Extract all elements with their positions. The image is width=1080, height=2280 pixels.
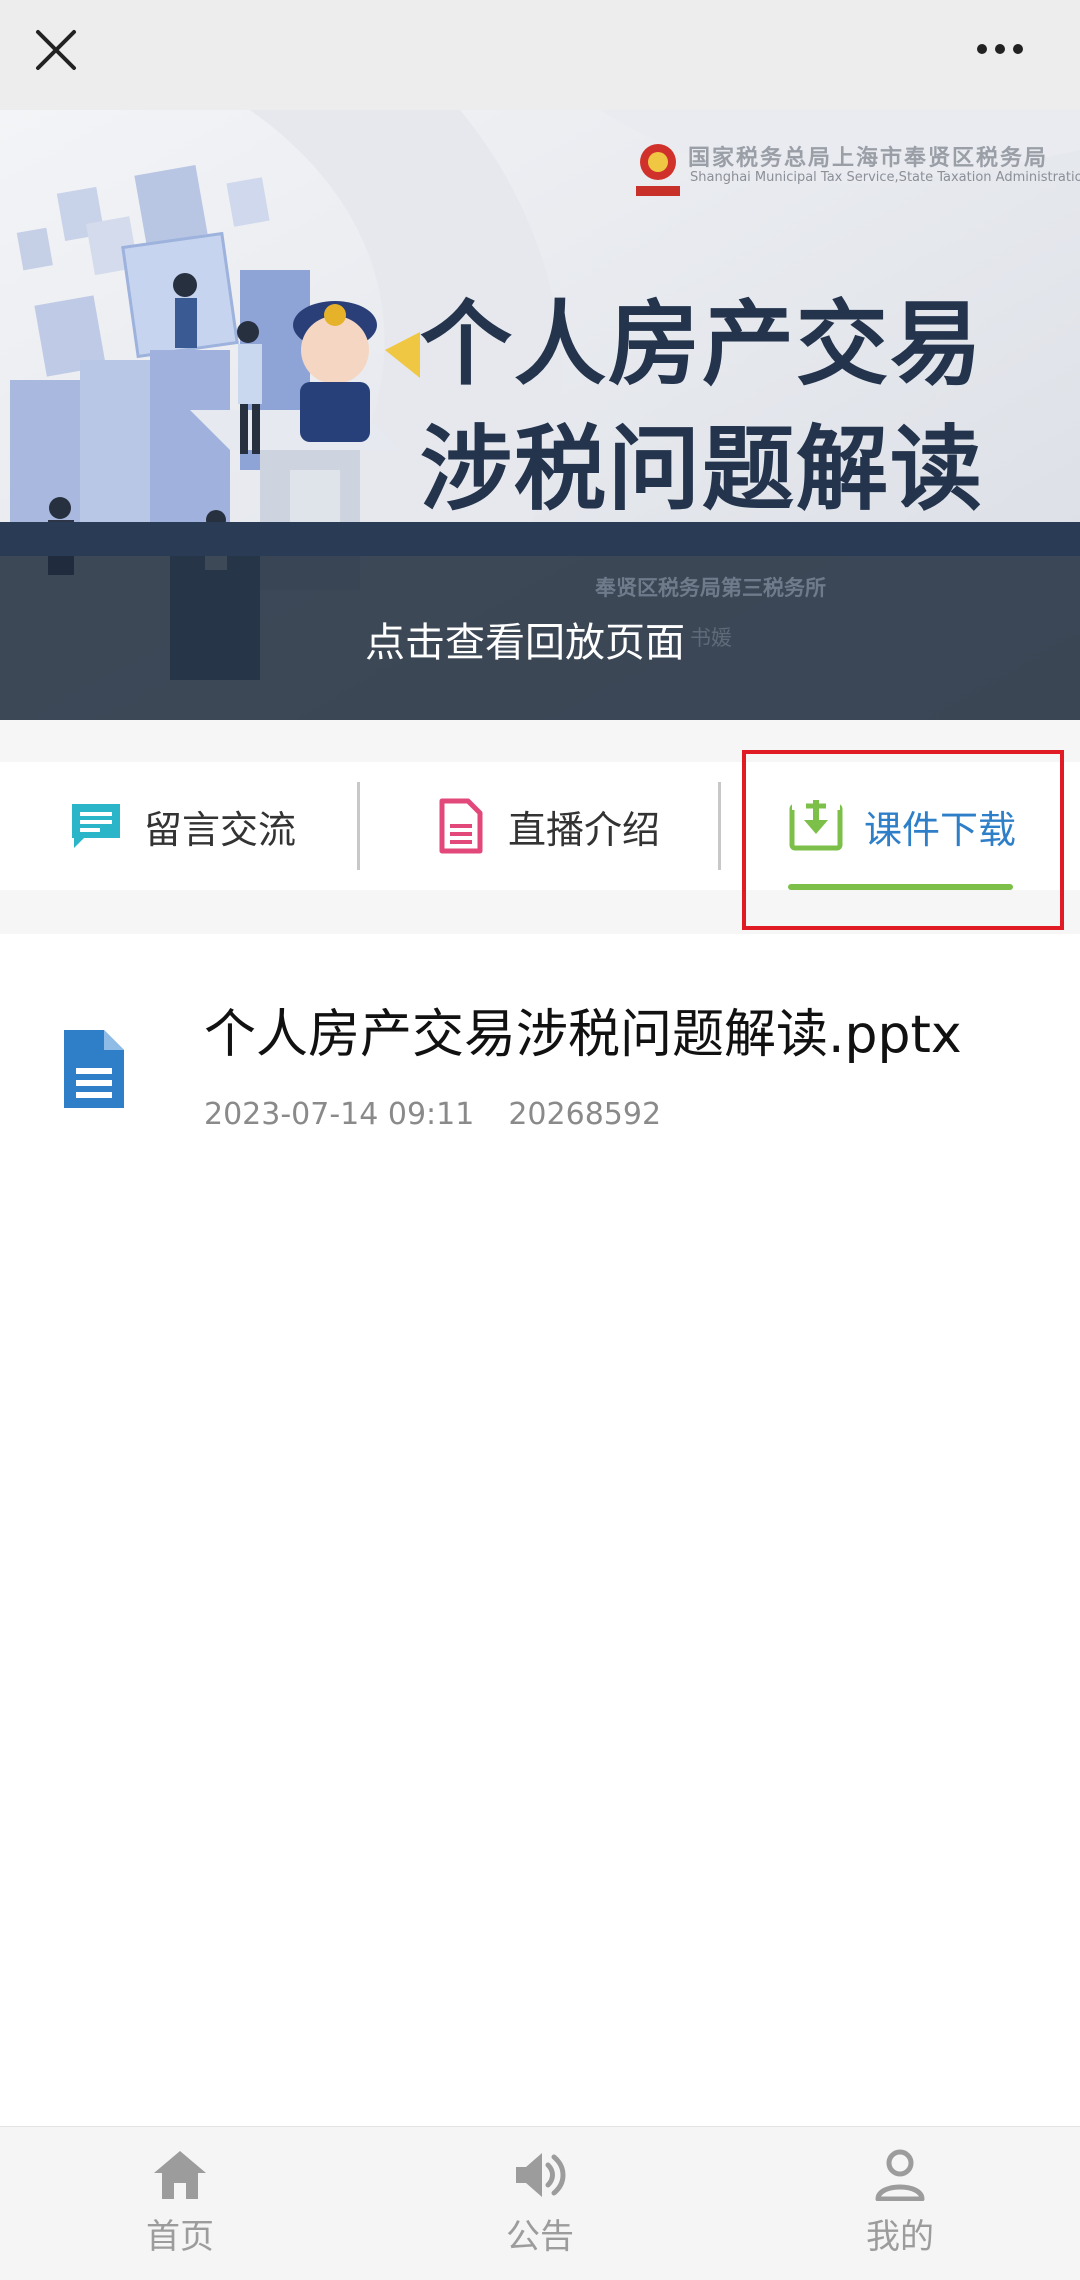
live-banner[interactable]: 国家税务总局上海市奉贤区税务局 Shanghai Municipal Tax S… bbox=[0, 110, 1080, 720]
tab-comments-label: 留言交流 bbox=[144, 807, 297, 852]
user-icon bbox=[875, 2149, 925, 2201]
nav-announcement[interactable]: 公告 bbox=[430, 2127, 650, 2280]
top-bar bbox=[0, 0, 1080, 110]
speaker-icon bbox=[516, 2153, 566, 2197]
nav-home-label: 首页 bbox=[146, 2217, 214, 2257]
tab-divider bbox=[718, 782, 721, 870]
file-size: 20268592 bbox=[508, 1097, 662, 1132]
banner-title-line1: 个人房产交易 bbox=[420, 291, 985, 398]
tab-divider bbox=[357, 782, 360, 870]
file-date: 2023-07-14 09:11 bbox=[204, 1097, 475, 1132]
speaker-name: 书媛 bbox=[690, 626, 732, 650]
replay-link[interactable]: 点击查看回放页面 bbox=[365, 610, 685, 668]
file-list-item[interactable]: 个人房产交易涉税问题解读.pptx 2023-07-14 09:11 202685… bbox=[0, 960, 1080, 1160]
nav-mine-label: 我的 bbox=[866, 2217, 934, 2257]
nav-mine[interactable]: 我的 bbox=[790, 2127, 1010, 2280]
file-name: 个人房产交易涉税问题解读.pptx bbox=[204, 1005, 962, 1065]
nav-announcement-label: 公告 bbox=[506, 2217, 574, 2257]
tab-intro[interactable]: 直播介绍 bbox=[432, 762, 660, 890]
close-icon[interactable] bbox=[26, 20, 86, 80]
home-icon bbox=[154, 2151, 206, 2199]
bottom-nav: 首页 公告 我的 bbox=[0, 2126, 1080, 2280]
document-icon bbox=[439, 798, 483, 854]
office-name: 奉贤区税务局第三税务所 bbox=[595, 576, 826, 600]
banner-title-line2: 涉税问题解读 bbox=[420, 416, 985, 523]
file-meta: 2023-07-14 09:11 20268592 bbox=[204, 1097, 661, 1132]
nav-home[interactable]: 首页 bbox=[70, 2127, 290, 2280]
more-dots-icon[interactable] bbox=[960, 24, 1040, 74]
chat-icon bbox=[72, 804, 120, 848]
tab-intro-label: 直播介绍 bbox=[508, 807, 661, 852]
tab-comments[interactable]: 留言交流 bbox=[68, 762, 296, 890]
org-name: 国家税务总局上海市奉贤区税务局 bbox=[688, 146, 1049, 171]
file-icon bbox=[64, 1030, 124, 1108]
highlight-box bbox=[742, 750, 1064, 930]
org-english-name: Shanghai Municipal Tax Service,State Tax… bbox=[690, 170, 1080, 185]
